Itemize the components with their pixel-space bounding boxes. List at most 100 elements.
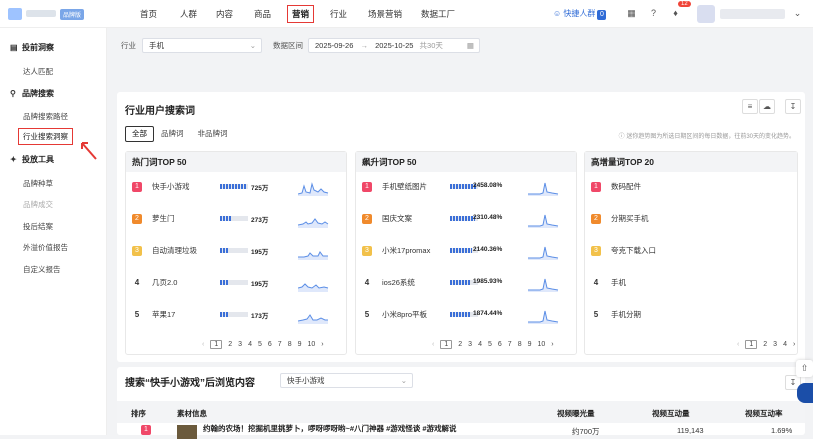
page-number[interactable]: 7: [278, 341, 282, 348]
page-number[interactable]: 5: [488, 341, 492, 348]
sidebar-item-brand-search-path[interactable]: 品牌搜索路径: [23, 111, 68, 122]
video-thumbnail[interactable]: [177, 425, 197, 439]
grid-icon[interactable]: ▦: [626, 8, 637, 19]
page-number[interactable]: 7: [508, 341, 512, 348]
list-item[interactable]: 5 小米8pro平板 1874.44%: [362, 308, 576, 324]
search-word[interactable]: 小米17promax: [382, 245, 430, 256]
search-word[interactable]: 手机: [611, 277, 626, 288]
nav-scene-marketing[interactable]: 场景营销: [368, 0, 402, 28]
page-number[interactable]: 2: [763, 341, 767, 348]
sidebar-item-spillover-report[interactable]: 外溢价值报告: [23, 242, 68, 253]
prev-page-icon[interactable]: ‹: [432, 341, 434, 348]
search-word[interactable]: 自动清理垃圾: [152, 245, 197, 256]
list-item[interactable]: 5 手机分期: [591, 308, 805, 324]
tab-brand-words[interactable]: 品牌词: [154, 126, 191, 142]
date-range-picker[interactable]: 2025-09-26 → 2025-10-25 共30天 ▦: [308, 38, 480, 53]
list-item[interactable]: 1 数码配件: [591, 180, 805, 196]
page-number[interactable]: 9: [528, 341, 532, 348]
col-exposure[interactable]: 视频曝光量: [557, 408, 595, 419]
help-icon[interactable]: ?: [648, 8, 659, 19]
sidebar-item-talent-match[interactable]: 达人匹配: [23, 66, 53, 77]
sidebar-section-pre-insight[interactable]: ▤ 投前洞察: [10, 42, 54, 53]
search-word[interactable]: 几页2.0: [152, 277, 177, 288]
tab-non-brand-words[interactable]: 非品牌词: [191, 126, 235, 142]
quick-crowd-button[interactable]: ☺ 快捷人群 0: [550, 7, 609, 21]
keyword-select[interactable]: 快手小游戏 ⌄: [280, 373, 413, 388]
list-item[interactable]: 4 手机: [591, 276, 805, 292]
page-number[interactable]: 4: [783, 341, 787, 348]
sidebar-item-custom-report[interactable]: 自定义报告: [23, 264, 61, 275]
cloud-view-icon[interactable]: ☁: [759, 99, 775, 114]
search-word[interactable]: 苹果17: [152, 309, 175, 320]
next-page-icon[interactable]: ›: [321, 341, 323, 348]
search-word[interactable]: 数码配件: [611, 181, 641, 192]
page-number[interactable]: 4: [478, 341, 482, 348]
next-page-icon[interactable]: ›: [793, 341, 795, 348]
chevron-down-icon[interactable]: ⌄: [792, 8, 803, 19]
sidebar-section-tools[interactable]: ✦ 投放工具: [10, 154, 54, 165]
page-number[interactable]: 4: [248, 341, 252, 348]
sidebar-item-brand-seeding[interactable]: 品牌种草: [23, 178, 53, 189]
nav-industry[interactable]: 行业: [330, 0, 347, 28]
search-word[interactable]: 萝生门: [152, 213, 175, 224]
page-number[interactable]: 1: [210, 339, 223, 349]
search-word[interactable]: 分期买手机: [611, 213, 649, 224]
assistant-icon[interactable]: [797, 383, 813, 403]
industry-select[interactable]: 手机 ⌄: [142, 38, 262, 53]
page-number[interactable]: 3: [468, 341, 472, 348]
page-number[interactable]: 2: [228, 341, 232, 348]
search-word[interactable]: 小米8pro平板: [382, 309, 427, 320]
page-number[interactable]: 1: [745, 339, 758, 349]
page-number[interactable]: 10: [308, 341, 316, 348]
nav-marketing[interactable]: 营销: [287, 0, 315, 28]
nav-product[interactable]: 商品: [254, 0, 271, 28]
page-number[interactable]: 8: [288, 341, 292, 348]
next-page-icon[interactable]: ›: [551, 341, 553, 348]
download-icon[interactable]: ↧: [785, 99, 801, 114]
sidebar-item-post-report[interactable]: 投后结案: [23, 221, 53, 232]
page-number[interactable]: 9: [298, 341, 302, 348]
page-number[interactable]: 5: [258, 341, 262, 348]
page-number[interactable]: 6: [498, 341, 502, 348]
page-number[interactable]: 2: [458, 341, 462, 348]
page-number[interactable]: 6: [268, 341, 272, 348]
list-item[interactable]: 1 快手小游戏 725万: [132, 180, 346, 196]
list-item[interactable]: 1 手机壁纸图片 2458.08%: [362, 180, 576, 196]
list-item[interactable]: 3 自动清理垃圾 195万: [132, 244, 346, 260]
sidebar-item-industry-search[interactable]: 行业搜索洞察: [18, 128, 73, 145]
col-rate[interactable]: 视频互动率: [745, 408, 783, 419]
nav-data-factory[interactable]: 数据工厂: [421, 0, 455, 28]
list-item[interactable]: 4 ios26系统 1985.93%: [362, 276, 576, 292]
search-word[interactable]: 手机壁纸图片: [382, 181, 427, 192]
list-item[interactable]: 5 苹果17 173万: [132, 308, 346, 324]
tab-all[interactable]: 全部: [125, 126, 154, 142]
avatar[interactable]: [697, 5, 715, 23]
col-interactions[interactable]: 视频互动量: [652, 408, 690, 419]
page-number[interactable]: 1: [440, 339, 453, 349]
back-to-top-icon[interactable]: ⇧: [796, 360, 813, 377]
page-number[interactable]: 3: [773, 341, 777, 348]
page-number[interactable]: 8: [518, 341, 522, 348]
search-word[interactable]: 手机分期: [611, 309, 641, 320]
list-item[interactable]: 3 小米17promax 2140.36%: [362, 244, 576, 260]
nav-content[interactable]: 内容: [216, 0, 233, 28]
list-item[interactable]: 3 夸克下载入口: [591, 244, 805, 260]
list-item[interactable]: 2 萝生门 273万: [132, 212, 346, 228]
prev-page-icon[interactable]: ‹: [202, 341, 204, 348]
table-row[interactable]: 1 约翰的农场！挖掘机里挑萝卜，啰呀啰呀哟~#八门神器 #游戏怪谈 #游戏解说 …: [117, 423, 805, 439]
bell-icon[interactable]: ♦: [670, 8, 681, 19]
video-title[interactable]: 约翰的农场！挖掘机里挑萝卜，啰呀啰呀哟~#八门神器 #游戏怪谈 #游戏解说: [203, 423, 457, 434]
page-number[interactable]: 3: [238, 341, 242, 348]
list-view-icon[interactable]: ≡: [742, 99, 758, 114]
search-word[interactable]: ios26系统: [382, 277, 415, 288]
list-item[interactable]: 2 分期买手机: [591, 212, 805, 228]
list-item[interactable]: 2 国庆文案 2310.48%: [362, 212, 576, 228]
search-word[interactable]: 快手小游戏: [152, 181, 190, 192]
nav-home[interactable]: 首页: [140, 0, 157, 28]
sidebar-section-brand-search[interactable]: ⚲ 品牌搜索: [10, 88, 54, 99]
nav-crowd[interactable]: 人群: [180, 0, 197, 28]
logo-icon[interactable]: [8, 8, 22, 20]
search-word[interactable]: 国庆文案: [382, 213, 412, 224]
list-item[interactable]: 4 几页2.0 195万: [132, 276, 346, 292]
sidebar-item-brand-deal[interactable]: 品牌成交: [23, 199, 53, 210]
